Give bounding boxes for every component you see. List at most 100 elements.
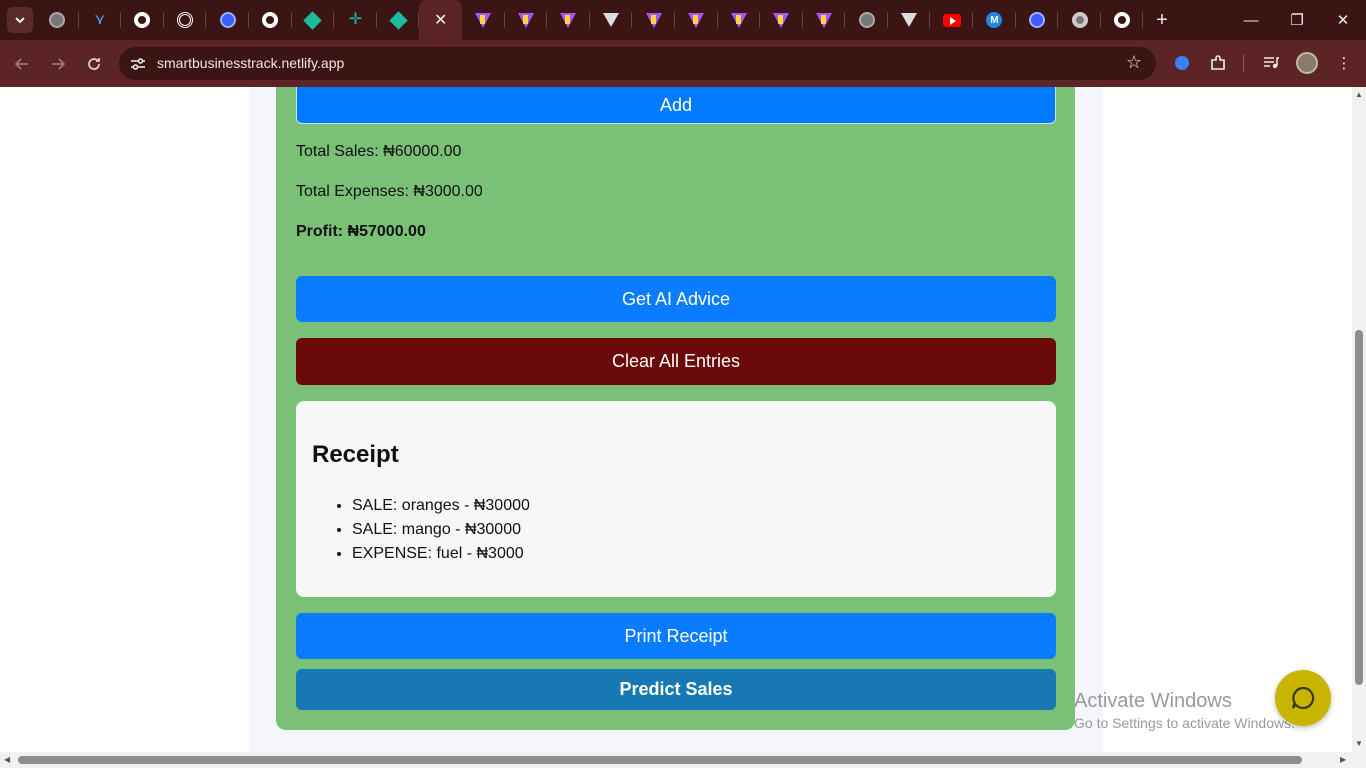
arrow-right-icon (52, 58, 66, 70)
close-window-button[interactable]: ✕ (1320, 0, 1366, 40)
m-icon: M (986, 12, 1003, 28)
back-button[interactable] (9, 51, 35, 77)
tab[interactable] (888, 0, 931, 40)
activate-windows-subtitle: Go to Settings to activate Windows. (1074, 715, 1295, 731)
arrow-left-icon (14, 58, 28, 70)
restore-button[interactable]: ❐ (1274, 0, 1320, 40)
horizontal-scroll-thumb[interactable] (18, 756, 1302, 764)
profile-avatar[interactable] (1296, 52, 1318, 74)
globe-icon (858, 12, 875, 28)
chrome-icon (1071, 12, 1088, 28)
new-tab-button[interactable]: + (1150, 8, 1174, 32)
toolbar-divider (1243, 54, 1244, 72)
scroll-up-arrow-icon[interactable]: ▲ (1355, 90, 1363, 99)
tab[interactable] (760, 0, 803, 40)
vite-icon (645, 12, 662, 28)
profit-text: Profit: ₦57000.00 (296, 223, 426, 240)
page-viewport: Add Total Sales: ₦60000.00 Total Expense… (0, 87, 1352, 752)
tab[interactable]: ⋎ (79, 0, 122, 40)
vercel-icon (603, 13, 620, 27)
close-icon[interactable]: ✕ (434, 10, 447, 30)
vertical-scrollbar[interactable]: ▲ ▼ (1352, 87, 1366, 752)
tab[interactable] (718, 0, 761, 40)
activate-windows-title: Activate Windows (1074, 690, 1232, 712)
minimize-button[interactable]: — (1228, 0, 1274, 40)
tab[interactable] (803, 0, 846, 40)
tab-strip: ⋎ ✛ ✕ M + — ❐ ✕ (0, 0, 1366, 40)
extension-dot-icon[interactable] (1171, 52, 1193, 74)
vertical-scroll-thumb[interactable] (1355, 330, 1363, 685)
get-ai-advice-button[interactable]: Get AI Advice (296, 276, 1056, 322)
reload-icon (88, 58, 100, 70)
tab[interactable] (632, 0, 675, 40)
vite-icon (688, 12, 705, 28)
tab[interactable]: M (973, 0, 1016, 40)
tab[interactable] (377, 0, 420, 40)
print-receipt-button[interactable]: Print Receipt (296, 613, 1056, 659)
reload-button[interactable] (81, 51, 107, 77)
bookmark-star-icon[interactable]: ☆ (1126, 52, 1142, 73)
tab[interactable] (1016, 0, 1059, 40)
tab[interactable] (675, 0, 718, 40)
tab[interactable] (505, 0, 548, 40)
address-bar[interactable]: smartbusinesstrack.netlify.app ☆ (119, 47, 1156, 80)
menu-kebab-icon[interactable]: ⋮ (1333, 52, 1355, 74)
tab[interactable] (121, 0, 164, 40)
predict-sales-button[interactable]: Predict Sales (296, 669, 1056, 710)
receipt-item: SALE: mango - ₦30000 (352, 518, 530, 542)
business-tracker-card: Add Total Sales: ₦60000.00 Total Expense… (276, 87, 1075, 730)
tab-search-button[interactable] (7, 7, 33, 33)
react-icon (1028, 12, 1045, 28)
browser-toolbar: smartbusinesstrack.netlify.app ☆ ⋮ (0, 40, 1366, 87)
receipt-panel: Receipt SALE: oranges - ₦30000 SALE: man… (296, 401, 1056, 597)
chat-bubble-icon (1291, 686, 1315, 710)
horizontal-scrollbar[interactable]: ◀ ▶ (0, 752, 1366, 768)
url-text: smartbusinesstrack.netlify.app (157, 55, 345, 71)
tab-active[interactable]: ✕ (419, 0, 462, 40)
tab[interactable] (547, 0, 590, 40)
vite-icon (475, 12, 492, 28)
site-info-icon[interactable] (127, 53, 149, 75)
tab[interactable] (249, 0, 292, 40)
scroll-down-arrow-icon[interactable]: ▼ (1355, 739, 1363, 748)
diamond-icon (388, 10, 408, 30)
tab[interactable] (36, 0, 79, 40)
scroll-right-arrow-icon[interactable]: ▶ (1340, 755, 1346, 764)
arrow-icon: ⋎ (94, 11, 106, 28)
tab[interactable] (292, 0, 335, 40)
github-icon (262, 12, 279, 28)
vite-icon (560, 12, 577, 28)
react-icon (219, 12, 236, 28)
tab[interactable] (845, 0, 888, 40)
receipt-list: SALE: oranges - ₦30000 SALE: mango - ₦30… (352, 494, 530, 566)
clear-all-entries-button[interactable]: Clear All Entries (296, 338, 1056, 385)
vite-icon (517, 12, 534, 28)
tab-list: ⋎ ✛ ✕ M (36, 0, 1144, 40)
receipt-title: Receipt (312, 441, 399, 468)
vite-icon (815, 12, 832, 28)
tab[interactable] (164, 0, 207, 40)
add-button[interactable]: Add (296, 87, 1056, 124)
forward-button[interactable] (45, 51, 71, 77)
media-control-icon[interactable] (1260, 52, 1282, 74)
chat-button[interactable] (1275, 670, 1331, 726)
tab[interactable] (206, 0, 249, 40)
vite-icon (773, 12, 790, 28)
diamond-icon (303, 10, 323, 30)
tab[interactable] (1101, 0, 1144, 40)
receipt-item: SALE: oranges - ₦30000 (352, 494, 530, 518)
cross-icon: ✛ (348, 11, 363, 28)
github-icon (1114, 12, 1131, 28)
tab[interactable] (930, 0, 973, 40)
github-icon (134, 12, 151, 28)
receipt-item: EXPENSE: fuel - ₦3000 (352, 542, 530, 566)
tab[interactable]: ✛ (334, 0, 377, 40)
scroll-left-arrow-icon[interactable]: ◀ (4, 755, 10, 764)
chevron-down-icon (15, 17, 25, 24)
tab[interactable] (590, 0, 633, 40)
tab[interactable] (462, 0, 505, 40)
vite-icon (730, 12, 747, 28)
extensions-puzzle-icon[interactable] (1207, 52, 1229, 74)
openai-icon (177, 12, 194, 28)
tab[interactable] (1058, 0, 1101, 40)
